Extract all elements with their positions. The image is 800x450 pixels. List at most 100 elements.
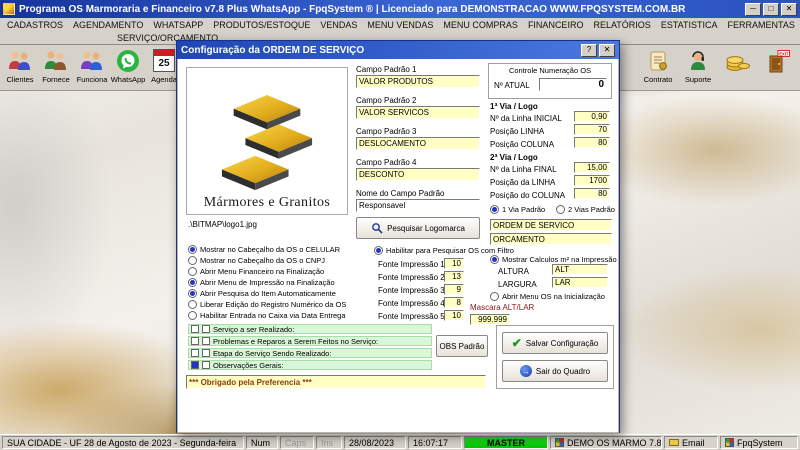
toolbar-coins[interactable] bbox=[720, 47, 756, 84]
radio-on-icon bbox=[188, 289, 197, 298]
campo3-field[interactable]: DESLOCAMENTO bbox=[356, 137, 480, 150]
atual-field[interactable]: 0 bbox=[539, 78, 607, 91]
radio-off-icon bbox=[556, 205, 565, 214]
option-filtro-os-label: Habilitar para Pesquisar OS com Filtro bbox=[386, 246, 514, 255]
option-liberar-edicao[interactable]: Liberar Edição do Registro Numérico da O… bbox=[188, 300, 346, 309]
obs-default-field[interactable]: *** Obrigado pela Preferencia *** bbox=[186, 375, 486, 389]
option-celular[interactable]: Mostrar no Cabeçalho da OS o CELULAR bbox=[188, 245, 340, 254]
menu-whatsapp[interactable]: WHATSAPP bbox=[148, 20, 208, 30]
via2-row1-label: Nº da Linha FINAL bbox=[490, 165, 557, 174]
status-email-label: Email bbox=[682, 437, 705, 448]
obs-padrao-button[interactable]: OBS Padrão bbox=[436, 335, 488, 357]
nome-campo-field[interactable]: Responsavel bbox=[356, 199, 480, 212]
menu-menu-vendas[interactable]: MENU VENDAS bbox=[362, 20, 438, 30]
mascara-field[interactable]: 999.999 bbox=[470, 314, 510, 325]
option-abrir-menu-os[interactable]: Abrir Menu OS na Inicialização bbox=[490, 292, 605, 301]
maximize-button[interactable]: □ bbox=[763, 2, 779, 16]
fonte1-field[interactable]: 10 bbox=[444, 258, 464, 269]
option-menu-impressao[interactable]: Abrir Menu de Impressão na Finalização bbox=[188, 278, 335, 287]
suppliers-icon bbox=[42, 47, 70, 74]
via-padrao-2-radio[interactable]: 2 Vias Padrão bbox=[556, 205, 615, 214]
menu-ferramentas[interactable]: FERRAMENTAS bbox=[722, 20, 799, 30]
option-mostrar-calculos[interactable]: Mostrar Calculos m² na Impressão bbox=[490, 255, 617, 264]
toolbar-fornecedores[interactable]: Fornece bbox=[38, 47, 74, 84]
minimize-button[interactable]: ─ bbox=[745, 2, 761, 16]
sair-do-quadro-button[interactable]: → Sair do Quadro bbox=[502, 360, 608, 382]
servico-row-1[interactable]: Serviço a ser Realizado: bbox=[188, 324, 432, 334]
via2-row3-field[interactable]: 80 bbox=[574, 188, 610, 199]
calendar-icon: 25 bbox=[150, 47, 178, 74]
menu-produtos-estoque[interactable]: PRODUTOS/ESTOQUE bbox=[208, 20, 315, 30]
checkbox-icon bbox=[202, 349, 210, 357]
via1-row2-field[interactable]: 70 bbox=[574, 124, 610, 135]
option-entrada-caixa[interactable]: Habilitar Entrada no Caixa via Data Entr… bbox=[188, 311, 346, 320]
menu-menu-compras[interactable]: MENU COMPRAS bbox=[438, 20, 523, 30]
toolbar-suporte[interactable]: Suporte bbox=[680, 47, 716, 84]
toolbar-suporte-label: Suporte bbox=[684, 75, 712, 84]
menu-vendas[interactable]: VENDAS bbox=[315, 20, 362, 30]
menu-relatorios[interactable]: RELATÓRIOS bbox=[588, 20, 655, 30]
campo4-field[interactable]: DESCONTO bbox=[356, 168, 480, 181]
menu-cadastros[interactable]: CADASTROS bbox=[2, 20, 68, 30]
servico-row-3[interactable]: Etapa do Serviço Sendo Realizado: bbox=[188, 348, 432, 358]
contract-icon bbox=[644, 47, 672, 74]
pesquisar-logomarca-label: Pesquisar Logomarca bbox=[387, 223, 465, 233]
ordem-servico-field[interactable]: ORDEM DE SERVICO bbox=[490, 219, 612, 231]
orcamento-field[interactable]: ORCAMENTO bbox=[490, 233, 612, 245]
via2-row1-field[interactable]: 15,00 bbox=[574, 162, 610, 173]
toolbar-clientes[interactable]: Clientes bbox=[2, 47, 38, 84]
toolbar-funcionarios-label: Funciona bbox=[76, 75, 108, 84]
numeracao-title: Controle Numeração OS bbox=[508, 66, 592, 75]
dialog-title: Configuração da ORDEM DE SERVIÇO bbox=[181, 44, 365, 56]
via1-row1-field[interactable]: 0,90 bbox=[574, 111, 610, 122]
via1-row1-label: Nº da Linha INICIAL bbox=[490, 114, 562, 123]
via-padrao-1-radio[interactable]: 1 Via Padrão bbox=[490, 205, 545, 214]
menu-financeiro[interactable]: FINANCEIRO bbox=[523, 20, 589, 30]
dialog-titlebar[interactable]: Configuração da ORDEM DE SERVIÇO ? ✕ bbox=[177, 41, 619, 59]
toolbar-whatsapp[interactable]: WhatsApp bbox=[110, 47, 146, 84]
status-ins-label: Ins bbox=[321, 437, 334, 448]
status-brand: FpqSystem bbox=[720, 436, 798, 449]
config-os-dialog: Configuração da ORDEM DE SERVIÇO ? ✕ Már… bbox=[176, 40, 620, 433]
toolbar-exit[interactable]: EXIT bbox=[760, 47, 796, 84]
fonte3-field[interactable]: 9 bbox=[444, 284, 464, 295]
fonte5-field[interactable]: 10 bbox=[444, 310, 464, 321]
campo3-label: Campo Padrão 3 bbox=[356, 127, 417, 136]
dialog-close-button[interactable]: ✕ bbox=[599, 43, 615, 57]
status-email[interactable]: Email bbox=[664, 436, 718, 449]
support-icon bbox=[684, 47, 712, 74]
via1-header: 1ª Via / Logo bbox=[490, 102, 538, 111]
checkbox-icon bbox=[202, 361, 210, 369]
fonte4-field[interactable]: 8 bbox=[444, 297, 464, 308]
altura-field[interactable]: ALT bbox=[552, 264, 608, 275]
menu-agendamento[interactable]: AGENDAMENTO bbox=[68, 20, 148, 30]
via1-row3-field[interactable]: 80 bbox=[574, 137, 610, 148]
salvar-configuracao-button[interactable]: ✔ Salvar Configuração bbox=[502, 332, 608, 354]
option-mostrar-calculos-label: Mostrar Calculos m² na Impressão bbox=[502, 255, 617, 264]
campo1-field[interactable]: VALOR PRODUTOS bbox=[356, 75, 480, 88]
via2-row2-field[interactable]: 1700 bbox=[574, 175, 610, 186]
toolbar-contrato[interactable]: Contrato bbox=[640, 47, 676, 84]
radio-on-icon bbox=[188, 278, 197, 287]
fonte1-label: Fonte Impressão 1 bbox=[378, 260, 445, 269]
via-padrao-1-label: 1 Via Padrão bbox=[502, 205, 546, 214]
clients-icon bbox=[6, 47, 34, 74]
option-cnpj[interactable]: Mostrar no Cabeçalho da OS o CNPJ bbox=[188, 256, 325, 265]
window-title: Programa OS Marmoraria e Financeiro v7.8… bbox=[19, 3, 686, 15]
campo1-label: Campo Padrão 1 bbox=[356, 65, 417, 74]
option-pesquisa-item-label: Abrir Pesquisa do Item Automaticamente bbox=[200, 289, 336, 298]
option-pesquisa-item[interactable]: Abrir Pesquisa do Item Automaticamente bbox=[188, 289, 336, 298]
app-icon bbox=[3, 3, 15, 15]
option-filtro-os[interactable]: Habilitar para Pesquisar OS com Filtro bbox=[374, 246, 514, 255]
largura-field[interactable]: LAR bbox=[552, 277, 608, 288]
close-button[interactable]: ✕ bbox=[781, 2, 797, 16]
servico-row-4[interactable]: Observações Gerais: bbox=[188, 360, 432, 370]
menu-estatistica[interactable]: ESTATISTICA bbox=[656, 20, 723, 30]
pesquisar-logomarca-button[interactable]: Pesquisar Logomarca bbox=[356, 217, 480, 239]
campo2-field[interactable]: VALOR SERVICOS bbox=[356, 106, 480, 119]
dialog-help-button[interactable]: ? bbox=[581, 43, 597, 57]
servico-row-2[interactable]: Problemas e Reparos a Serem Feitos no Se… bbox=[188, 336, 432, 346]
toolbar-funcionarios[interactable]: Funciona bbox=[74, 47, 110, 84]
fonte2-field[interactable]: 13 bbox=[444, 271, 464, 282]
option-menu-financeiro[interactable]: Abrir Menu Financeiro na Finalização bbox=[188, 267, 324, 276]
